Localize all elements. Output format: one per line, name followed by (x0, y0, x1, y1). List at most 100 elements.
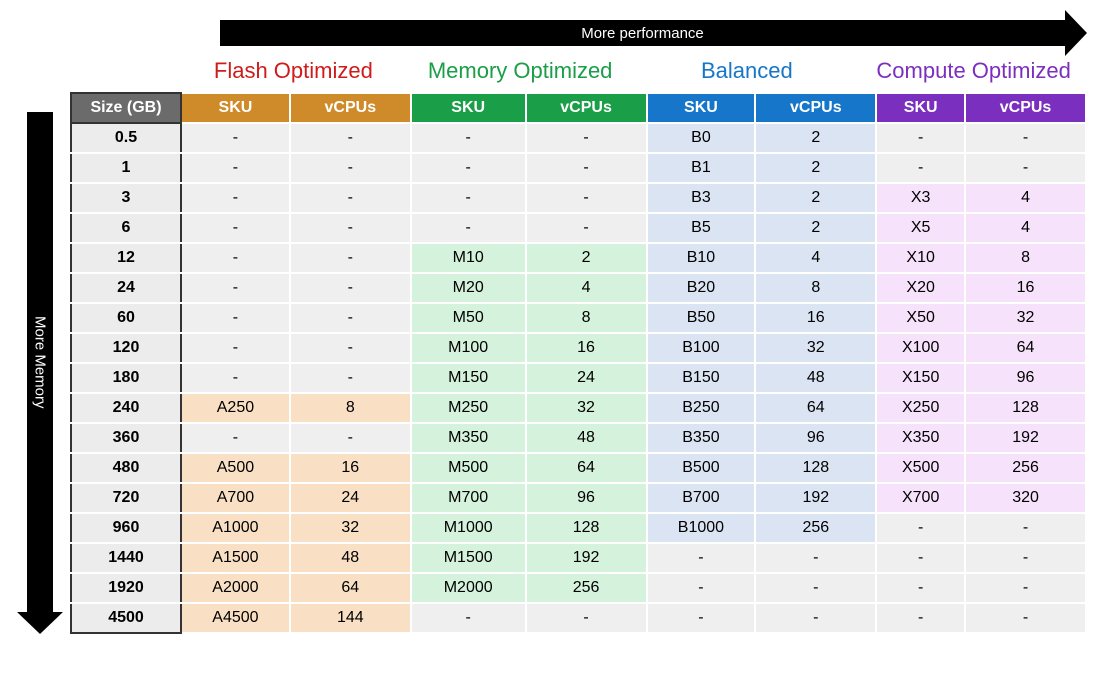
compute-sku-cell: X10 (876, 243, 965, 273)
balanced-sku-cell: - (647, 573, 756, 603)
flash-sku-cell: A250 (181, 393, 290, 423)
memory-vcpus-cell: 16 (526, 333, 647, 363)
flash-sku-cell: - (181, 213, 290, 243)
flash-vcpus-cell: - (290, 183, 411, 213)
balanced-sku-cell: B20 (647, 273, 756, 303)
balanced-sku-cell: B100 (647, 333, 756, 363)
balanced-vcpus-cell: 128 (755, 453, 876, 483)
balanced-sku-cell: B350 (647, 423, 756, 453)
memory-axis-label: More Memory (32, 316, 49, 409)
compute-sku-cell: X500 (876, 453, 965, 483)
flash-vcpus-cell: - (290, 153, 411, 183)
flash-vcpus-cell: - (290, 423, 411, 453)
compute-vcpus-cell: 64 (965, 333, 1086, 363)
flash-sku-cell: - (181, 153, 290, 183)
memory-sku-cell: M700 (411, 483, 526, 513)
memory-sku-cell: M100 (411, 333, 526, 363)
balanced-vcpus-cell: 2 (755, 123, 876, 153)
compute-vcpus-cell: - (965, 513, 1086, 543)
memory-sku-cell: - (411, 213, 526, 243)
tier-header-memory: Memory Optimized (407, 52, 634, 92)
balanced-sku-cell: B3 (647, 183, 756, 213)
balanced-vcpus-cell: - (755, 603, 876, 633)
size-cell: 6 (71, 213, 181, 243)
performance-axis-label: More performance (581, 25, 704, 42)
size-cell: 24 (71, 273, 181, 303)
compute-vcpus-cell: 128 (965, 393, 1086, 423)
table-row: 24--M204B208X2016 (71, 273, 1086, 303)
table-row: 4500A4500144------ (71, 603, 1086, 633)
memory-sku-cell: M1000 (411, 513, 526, 543)
memory-vcpus-cell: 64 (526, 453, 647, 483)
column-header-compute-vcpus: vCPUs (965, 93, 1086, 123)
compute-sku-cell: X700 (876, 483, 965, 513)
table-row: 12--M102B104X108 (71, 243, 1086, 273)
flash-sku-cell: A1500 (181, 543, 290, 573)
memory-vcpus-cell: 24 (526, 363, 647, 393)
flash-vcpus-cell: - (290, 213, 411, 243)
balanced-vcpus-cell: - (755, 543, 876, 573)
compute-sku-cell: - (876, 573, 965, 603)
memory-sku-cell: M50 (411, 303, 526, 333)
size-cell: 3 (71, 183, 181, 213)
size-cell: 120 (71, 333, 181, 363)
memory-sku-cell: M10 (411, 243, 526, 273)
balanced-vcpus-cell: 96 (755, 423, 876, 453)
column-header-memory-vcpus: vCPUs (526, 93, 647, 123)
balanced-vcpus-cell: 4 (755, 243, 876, 273)
flash-vcpus-cell: 32 (290, 513, 411, 543)
flash-vcpus-cell: - (290, 123, 411, 153)
flash-vcpus-cell: 16 (290, 453, 411, 483)
flash-vcpus-cell: 64 (290, 573, 411, 603)
tier-header-compute: Compute Optimized (860, 52, 1087, 92)
compute-sku-cell: X250 (876, 393, 965, 423)
balanced-sku-cell: B5 (647, 213, 756, 243)
size-cell: 60 (71, 303, 181, 333)
compute-sku-cell: X3 (876, 183, 965, 213)
table-row: 3----B32X34 (71, 183, 1086, 213)
table-row: 960A100032M1000128B1000256-- (71, 513, 1086, 543)
memory-vcpus-cell: 8 (526, 303, 647, 333)
compute-vcpus-cell: - (965, 603, 1086, 633)
table-row: 360--M35048B35096X350192 (71, 423, 1086, 453)
memory-sku-cell: - (411, 123, 526, 153)
balanced-sku-cell: B700 (647, 483, 756, 513)
flash-sku-cell: - (181, 303, 290, 333)
compute-vcpus-cell: 320 (965, 483, 1086, 513)
flash-vcpus-cell: 144 (290, 603, 411, 633)
flash-vcpus-cell: - (290, 333, 411, 363)
flash-sku-cell: - (181, 183, 290, 213)
flash-vcpus-cell: - (290, 303, 411, 333)
balanced-vcpus-cell: 16 (755, 303, 876, 333)
table-row: 180--M15024B15048X15096 (71, 363, 1086, 393)
flash-sku-cell: - (181, 363, 290, 393)
size-cell: 1920 (71, 573, 181, 603)
flash-sku-cell: A2000 (181, 573, 290, 603)
balanced-sku-cell: B1 (647, 153, 756, 183)
compute-sku-cell: - (876, 543, 965, 573)
balanced-vcpus-cell: 256 (755, 513, 876, 543)
table-row: 1440A150048M1500192---- (71, 543, 1086, 573)
column-header-balanced-vcpus: vCPUs (755, 93, 876, 123)
compute-vcpus-cell: 256 (965, 453, 1086, 483)
size-cell: 960 (71, 513, 181, 543)
memory-vcpus-cell: - (526, 123, 647, 153)
size-cell: 240 (71, 393, 181, 423)
compute-vcpus-cell: 16 (965, 273, 1086, 303)
compute-sku-cell: - (876, 603, 965, 633)
balanced-sku-cell: B150 (647, 363, 756, 393)
memory-sku-cell: M500 (411, 453, 526, 483)
balanced-vcpus-cell: 8 (755, 273, 876, 303)
size-cell: 180 (71, 363, 181, 393)
compute-sku-cell: X20 (876, 273, 965, 303)
memory-vcpus-cell: 2 (526, 243, 647, 273)
size-cell: 360 (71, 423, 181, 453)
tier-header-balanced: Balanced (634, 52, 861, 92)
compute-sku-cell: X5 (876, 213, 965, 243)
balanced-sku-cell: B50 (647, 303, 756, 333)
table-row: 0.5----B02-- (71, 123, 1086, 153)
memory-vcpus-cell: 4 (526, 273, 647, 303)
size-cell: 480 (71, 453, 181, 483)
table-row: 240A2508M25032B25064X250128 (71, 393, 1086, 423)
compute-vcpus-cell: 32 (965, 303, 1086, 333)
